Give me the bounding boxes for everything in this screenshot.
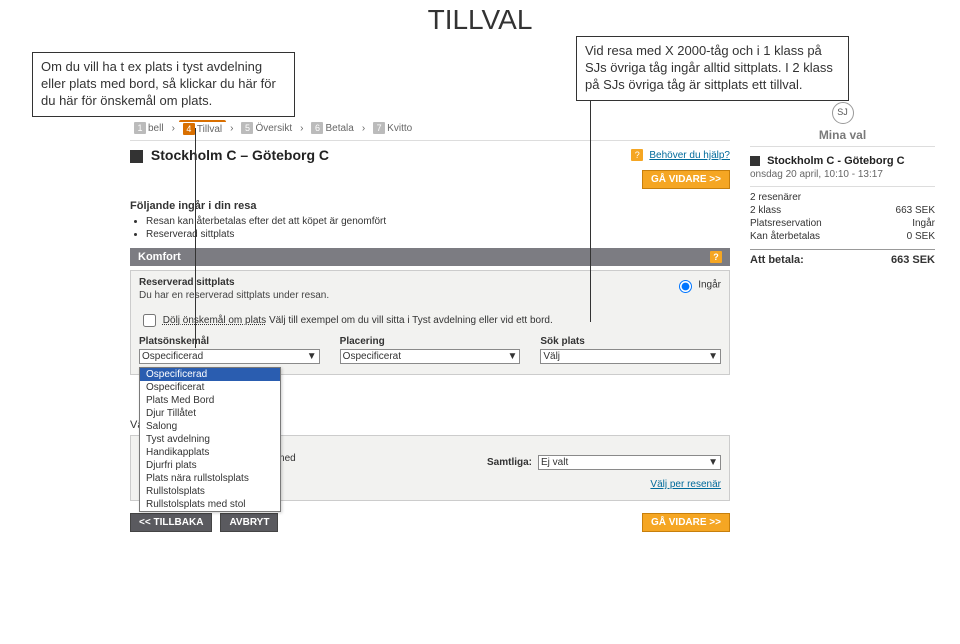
mina-total: Att betala:663 SEK bbox=[750, 249, 935, 267]
sj-logo-sidebar: SJ bbox=[832, 102, 854, 124]
crumb-6[interactable]: 6Betala bbox=[307, 121, 357, 135]
route-arrow-icon bbox=[130, 150, 143, 163]
hide-prefs-label[interactable]: Dölj önskemål om plats bbox=[163, 315, 266, 326]
ingar-label: Ingår bbox=[698, 280, 721, 291]
hide-prefs-extra: Välj till exempel om du vill sitta i Tys… bbox=[269, 315, 553, 326]
komfort-help-icon[interactable]: ? bbox=[710, 251, 722, 263]
included-heading: Följande ingår i din resa bbox=[130, 200, 730, 212]
samtliga-label: Samtliga: bbox=[487, 457, 532, 468]
dropdown-option[interactable]: Plats Med Bord bbox=[140, 394, 280, 407]
seat-title: Reserverad sittplats bbox=[139, 277, 329, 288]
breadcrumb: 1bell › 4Tillval › 5Översikt › 6Betala ›… bbox=[130, 114, 730, 141]
list-item: Resan kan återbetalas efter det att köpe… bbox=[146, 216, 730, 227]
platsonskemal-dropdown[interactable]: Ospecificerad Ospecificerat Plats Med Bo… bbox=[139, 367, 281, 512]
annotation-left: Om du vill ha t ex plats i tyst avdelnin… bbox=[32, 52, 295, 117]
dropdown-option[interactable]: Tyst avdelning bbox=[140, 433, 280, 446]
mina-row: PlatsreservationIngår bbox=[750, 217, 935, 230]
annotation-right: Vid resa med X 2000-tåg och i 1 klass på… bbox=[576, 36, 849, 101]
mina-row: 2 resenärer bbox=[750, 191, 935, 204]
dropdown-option[interactable]: Salong bbox=[140, 420, 280, 433]
route-title: Stockholm C – Göteborg C bbox=[130, 147, 329, 163]
dropdown-option[interactable]: Ospecificerad bbox=[140, 368, 280, 381]
help-link[interactable]: Behöver du hjälp? bbox=[649, 150, 730, 161]
forward-button-bottom[interactable]: GÅ VIDARE >> bbox=[642, 513, 730, 532]
samtliga-select[interactable]: Ej valt ▼ bbox=[538, 455, 721, 470]
per-passenger-link[interactable]: Välj per resenär bbox=[650, 479, 721, 490]
chevron-down-icon: ▼ bbox=[708, 351, 718, 362]
list-item: Reserverad sittplats bbox=[146, 229, 730, 240]
dropdown-option[interactable]: Rullstolsplats med stol bbox=[140, 498, 280, 511]
help-icon: ? bbox=[631, 149, 643, 161]
komfort-body: Reserverad sittplats Du har en reservera… bbox=[130, 270, 730, 375]
crumb-1[interactable]: 1bell bbox=[130, 121, 168, 135]
dropdown-option[interactable]: Rullstolsplats bbox=[140, 485, 280, 498]
ingar-radio[interactable] bbox=[679, 280, 692, 293]
komfort-bar: Komfort ? bbox=[130, 248, 730, 266]
forward-button-top[interactable]: GÅ VIDARE >> bbox=[642, 170, 730, 189]
mina-date: onsdag 20 april, 10:10 - 13:17 bbox=[750, 169, 935, 180]
crumb-7[interactable]: 7Kvitto bbox=[369, 121, 416, 135]
seat-subtitle: Du har en reserverad sittplats under res… bbox=[139, 290, 329, 301]
dropdown-option[interactable]: Djurfri plats bbox=[140, 459, 280, 472]
dropdown-option[interactable]: Handikapplats bbox=[140, 446, 280, 459]
hide-prefs-checkbox[interactable] bbox=[143, 314, 156, 327]
dropdown-option[interactable]: Plats nära rullstolsplats bbox=[140, 472, 280, 485]
route-arrow-icon bbox=[750, 156, 760, 166]
placering-label: Placering bbox=[340, 336, 521, 347]
included-list: Resan kan återbetalas efter det att köpe… bbox=[130, 216, 730, 240]
mina-row: Kan återbetalas0 SEK bbox=[750, 230, 935, 243]
platsonskemal-label: Platsönskemål bbox=[139, 336, 320, 347]
sokplats-label: Sök plats bbox=[540, 336, 721, 347]
back-button[interactable]: << TILLBAKA bbox=[130, 513, 212, 532]
crumb-5[interactable]: 5Översikt bbox=[237, 121, 296, 135]
sokplats-select[interactable]: Välj ▼ bbox=[540, 349, 721, 364]
page-title: TILLVAL bbox=[0, 4, 960, 36]
dropdown-option[interactable]: Djur Tillåtet bbox=[140, 407, 280, 420]
mina-val-title: Mina val bbox=[750, 128, 935, 147]
chevron-down-icon: ▼ bbox=[507, 351, 517, 362]
chevron-down-icon: ▼ bbox=[708, 457, 718, 468]
chevron-down-icon: ▼ bbox=[307, 351, 317, 362]
mina-row: 2 klass663 SEK bbox=[750, 204, 935, 217]
crumb-4[interactable]: 4Tillval bbox=[179, 120, 226, 136]
placering-select[interactable]: Ospecificerat ▼ bbox=[340, 349, 521, 364]
dropdown-option[interactable]: Ospecificerat bbox=[140, 381, 280, 394]
app-window: SJ 1bell › 4Tillval › 5Översikt › 6Betal… bbox=[130, 90, 935, 532]
sidebar-mina-val: SJ Mina val Stockholm C - Göteborg C ons… bbox=[750, 102, 935, 267]
platsonskemal-select[interactable]: Ospecificerad ▼ bbox=[139, 349, 320, 364]
mina-route: Stockholm C - Göteborg C bbox=[750, 153, 935, 169]
cancel-button[interactable]: AVBRYT bbox=[220, 513, 278, 532]
